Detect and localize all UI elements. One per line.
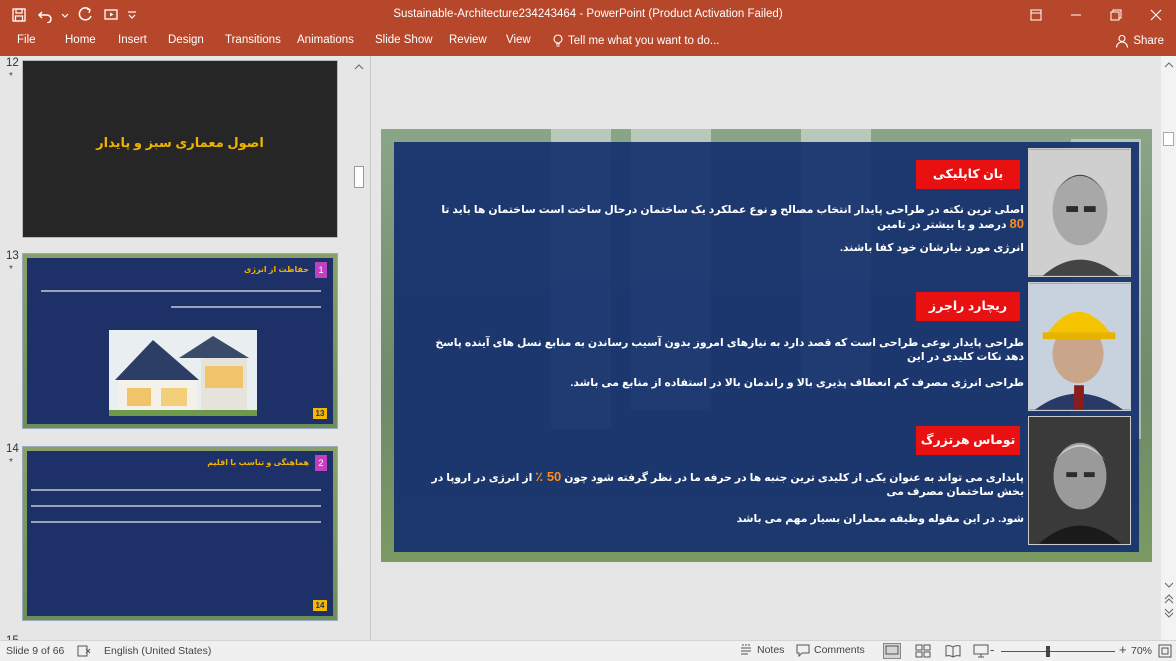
thumbnail-title: هماهنگی و تناسب با اقلیم (207, 458, 309, 467)
thumbnail-number: 14 (6, 443, 19, 455)
slide-page-number: 13 (313, 408, 327, 419)
zoom-in-button[interactable]: + (1119, 642, 1127, 657)
thumbnail-panel: 1 حفاظت از انرژی 13 (27, 258, 333, 424)
section-badge: 2 (315, 455, 327, 471)
quote-line: اصلی ترین نکته در طراحی پایدار انتخاب مص… (424, 203, 1024, 232)
thumbnail-number: 13 (6, 250, 19, 262)
quote-line: طراحی پایدار نوعی طراحی است که قصد دارد … (435, 337, 1024, 363)
title-bar: Sustainable-Architecture234243464 - Powe… (0, 0, 1176, 30)
animation-star-icon: * (9, 264, 13, 275)
slide-thumbnail-13[interactable]: 1 حفاظت از انرژی 13 (22, 253, 338, 429)
quote-line: شود. در این مقوله وظیفه معماران بسیار مه… (736, 513, 1024, 525)
tab-design[interactable]: Design (168, 34, 204, 46)
thumbnail-number: 12 (6, 57, 19, 69)
scroll-down-icon[interactable] (1164, 580, 1174, 590)
slide-canvas[interactable]: یان کاپلیکی اصلی ترین نکته در طراحی پاید… (381, 129, 1152, 562)
highlight-number: 80 (1009, 216, 1024, 231)
minimize-icon[interactable] (1056, 0, 1096, 30)
spelling-check-icon[interactable] (77, 645, 91, 657)
thumbnail-panel: 2 هماهنگی و تناسب با اقلیم 14 (27, 451, 333, 616)
content-panel: یان کاپلیکی اصلی ترین نکته در طراحی پاید… (394, 142, 1139, 552)
tab-slide-show[interactable]: Slide Show (375, 34, 433, 46)
person-name-badge: یان کاپلیکی (916, 160, 1020, 189)
quote-line: پایداری می تواند به عنوان یکی از کلیدی ت… (424, 470, 1024, 499)
scroll-up-icon[interactable] (354, 62, 364, 72)
person-name-badge: ریچارد راجرز (916, 292, 1020, 321)
editor-scrollbar[interactable] (1161, 56, 1176, 640)
text-line (31, 521, 321, 523)
previous-slide-icon[interactable] (1164, 594, 1174, 604)
tell-me-search[interactable]: Tell me what you want to do... (552, 34, 720, 48)
tab-file[interactable]: File (17, 34, 36, 46)
next-slide-icon[interactable] (1164, 608, 1174, 618)
text-line (31, 489, 321, 491)
share-label: Share (1133, 35, 1164, 47)
text-line (41, 290, 321, 292)
normal-view-icon[interactable] (883, 643, 901, 659)
tell-me-placeholder: Tell me what you want to do... (568, 35, 720, 47)
restore-icon[interactable] (1096, 0, 1136, 30)
animation-star-icon: * (9, 71, 13, 82)
portrait-photo (1028, 282, 1131, 411)
highlight-number: 50 ٪ (535, 469, 562, 484)
solar-house-image (109, 330, 257, 416)
quote-text: پایداری می تواند به عنوان یکی از کلیدی ت… (564, 472, 1024, 484)
scrollbar-thumb[interactable] (1163, 132, 1174, 146)
close-icon[interactable] (1136, 0, 1176, 30)
notes-icon (741, 644, 751, 655)
comments-label: Comments (814, 644, 865, 656)
notes-label: Notes (757, 644, 785, 656)
comments-button[interactable]: Comments (796, 643, 865, 657)
scroll-up-icon[interactable] (1164, 60, 1174, 70)
text-line (171, 306, 321, 308)
quote-text: درصد و یا بیشتر در تامین (877, 219, 1007, 231)
zoom-out-button[interactable]: - (990, 642, 994, 657)
quote-line: انرژی مورد نیازشان خود کفا باشند. (840, 242, 1024, 254)
person-name-badge: توماس هرتزرگ (916, 426, 1020, 455)
language-indicator[interactable]: English (United States) (104, 645, 211, 657)
portrait-photo (1028, 416, 1131, 545)
tab-animations[interactable]: Animations (297, 34, 354, 46)
person-icon (1116, 34, 1129, 48)
thumbnails-scrollbar[interactable] (351, 60, 367, 635)
quote-text: اصلی ترین نکته در طراحی پایدار انتخاب مص… (441, 204, 1024, 216)
slide-thumbnail-12[interactable]: اصول معمارى سبز و پایدار (22, 60, 338, 238)
fit-slide-to-window-icon[interactable] (1158, 644, 1172, 658)
ribbon-tabs: File Home Insert Design Transitions Anim… (0, 30, 1176, 56)
share-button[interactable]: Share (1115, 34, 1164, 48)
slide-page-number: 14 (313, 600, 327, 611)
animation-star-icon: * (9, 457, 13, 468)
slide-sorter-icon[interactable] (915, 644, 931, 658)
thumbnail-title: اصول معمارى سبز و پایدار (96, 135, 264, 150)
document-title: Sustainable-Architecture234243464 - Powe… (393, 8, 783, 20)
slide-thumbnails-panel: 12 * اصول معمارى سبز و پایدار 13 * 1 حفا… (0, 56, 370, 640)
zoom-slider-track[interactable] (1001, 651, 1115, 652)
scrollbar-thumb[interactable] (354, 166, 364, 188)
slide-show-icon[interactable] (973, 644, 989, 658)
quote-line: طراحی انرژی مصرف کم انعطاف پذیری بالا و … (570, 377, 1024, 389)
window-controls (1016, 0, 1176, 30)
thumbnail-title: حفاظت از انرژی (244, 265, 309, 274)
tab-home[interactable]: Home (65, 34, 96, 46)
lightbulb-icon (553, 34, 563, 47)
ribbon-display-options-icon[interactable] (1016, 0, 1056, 30)
portrait-photo (1028, 148, 1131, 277)
zoom-level[interactable]: 70% (1131, 645, 1152, 657)
section-badge: 1 (315, 262, 327, 278)
reading-view-icon[interactable] (945, 644, 961, 658)
slide-counter: Slide 9 of 66 (6, 645, 65, 657)
text-line (31, 505, 321, 507)
tab-view[interactable]: View (506, 34, 531, 46)
tab-review[interactable]: Review (449, 34, 487, 46)
tab-transitions[interactable]: Transitions (225, 34, 281, 46)
tab-insert[interactable]: Insert (118, 34, 147, 46)
slide-thumbnail-14[interactable]: 2 هماهنگی و تناسب با اقلیم 14 (22, 446, 338, 621)
zoom-slider-thumb[interactable] (1046, 646, 1050, 657)
notes-button[interactable]: Notes (739, 643, 784, 657)
status-bar: Slide 9 of 66 English (United States) No… (0, 640, 1176, 661)
comment-icon (796, 644, 810, 657)
